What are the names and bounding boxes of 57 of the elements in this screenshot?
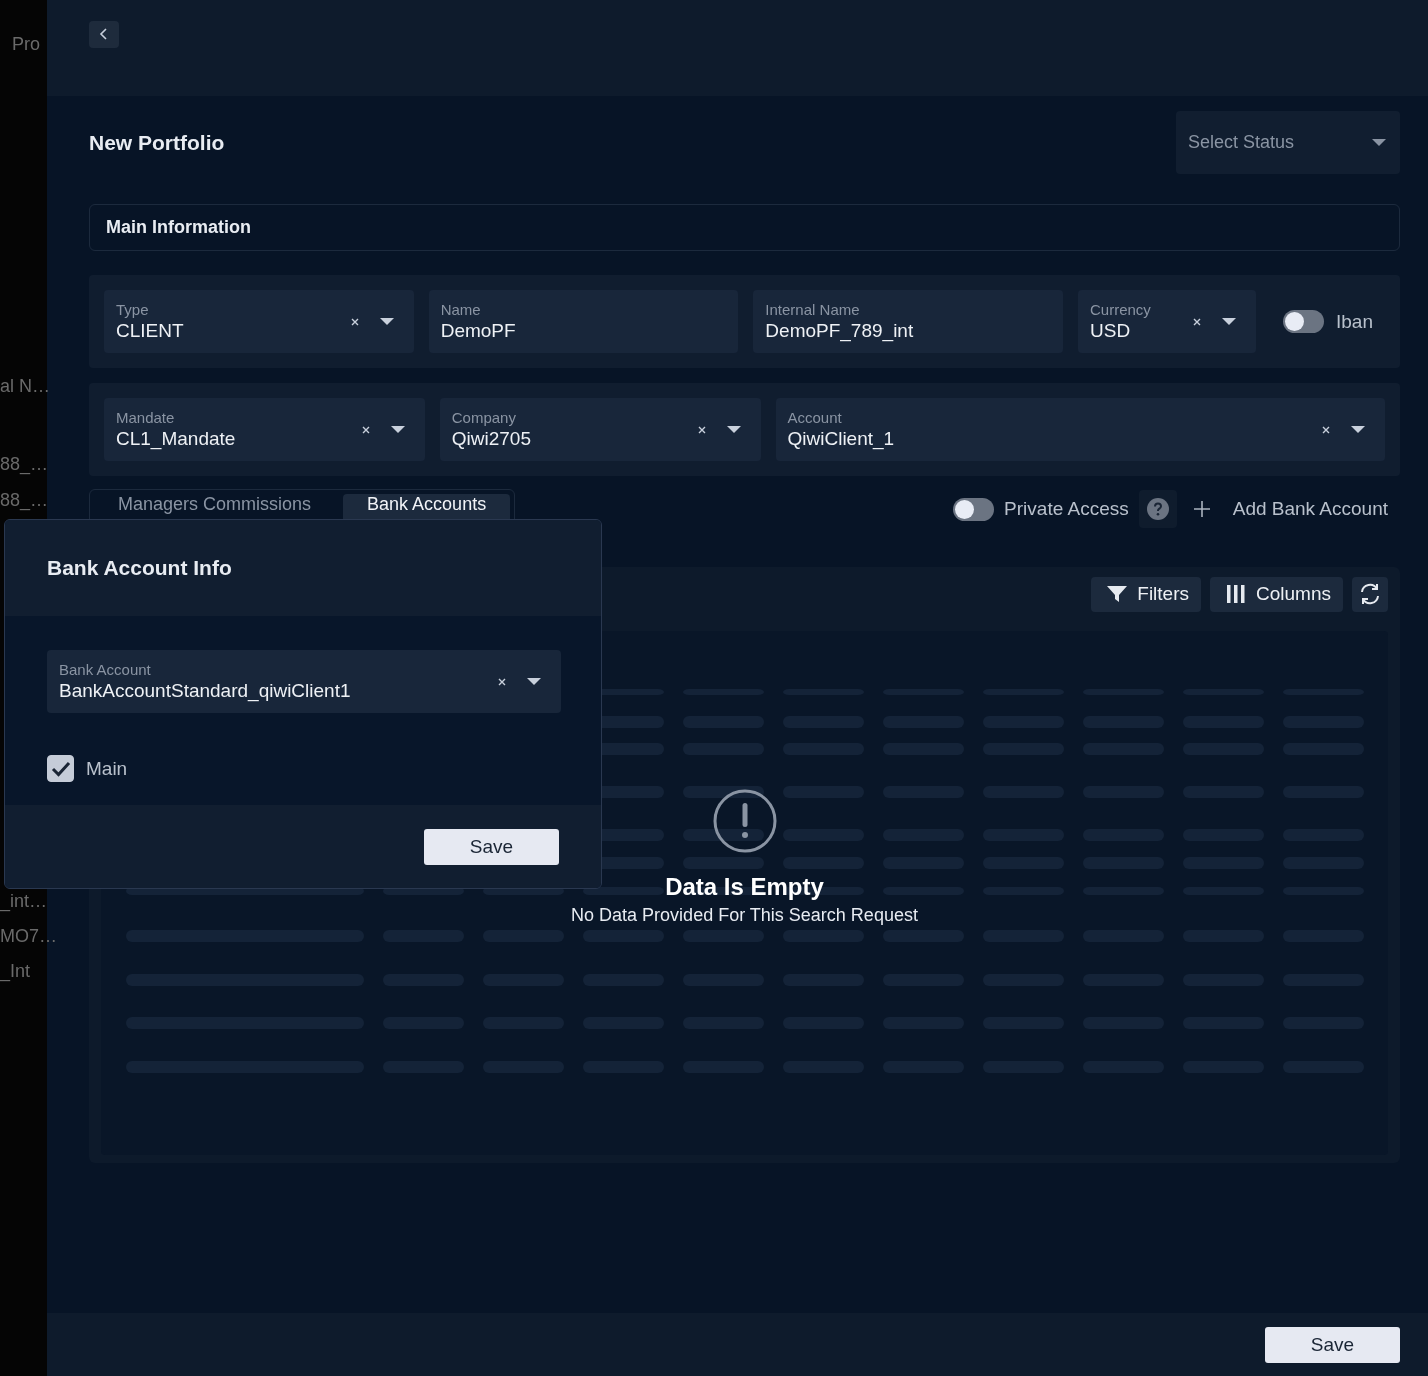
toggle-switch[interactable] [1283,310,1324,333]
add-bank-account-button[interactable]: Add Bank Account [1186,498,1400,520]
caret-icon[interactable] [1351,425,1365,434]
plus-icon [1192,500,1211,518]
caret-icon[interactable] [1222,317,1236,326]
toolbar-button[interactable]: Filters [1091,576,1201,612]
caret-icon[interactable] [379,317,394,326]
select-field[interactable]: Company Qiwi2705 [439,398,761,461]
caret-icon[interactable] [726,425,741,434]
page-title: New Portfolio [89,130,225,155]
help-button[interactable] [1138,490,1177,528]
background-text: al N… [0,376,50,397]
checkbox-label: Main [86,757,128,780]
background-text: MO7… [0,926,57,947]
toolbar-button[interactable] [1352,576,1388,612]
caret-icon[interactable] [527,677,541,686]
section-header: Main Information [89,204,1400,251]
check-icon [50,760,71,777]
toggle-label: Private Access [1004,498,1129,520]
help-icon [1146,498,1169,520]
refresh-icon [1359,583,1381,605]
input-field[interactable]: Name DemoPF [428,290,739,353]
clear-icon[interactable] [349,316,360,327]
save-button[interactable]: Save [1265,1326,1400,1363]
select-field[interactable]: Type CLIENT [104,290,414,353]
empty-message: No Data Provided For This Search Request [571,905,918,926]
background-text: _Int [0,961,31,982]
toggle-label: Iban [1336,310,1373,333]
select-field[interactable]: Currency USD [1078,290,1256,353]
clear-icon[interactable] [360,424,371,435]
select-field[interactable]: Bank Account BankAccountStandard_qiwiClient1 [47,650,561,713]
select-field[interactable]: Account QiwiClient_1 [775,398,1385,461]
toolbar-button[interactable]: Columns [1210,576,1343,612]
warning-icon [712,789,777,853]
background-text: 88_… [0,454,49,475]
toggle-switch[interactable] [953,497,995,521]
status-select[interactable]: Select Status [1176,111,1400,174]
clear-icon[interactable] [497,676,507,687]
clear-icon[interactable] [1321,424,1331,435]
save-button[interactable]: Save [424,828,559,865]
caret-icon [1372,138,1386,147]
back-button[interactable] [89,20,119,48]
background-text: Pro [12,34,40,55]
background-text: _int… [0,891,48,912]
clear-icon[interactable] [1192,316,1202,327]
caret-icon[interactable] [390,425,405,434]
tab[interactable]: Managers Commissions [94,494,336,534]
clear-icon[interactable] [696,424,707,435]
filter-icon [1107,586,1128,602]
background-text: 88_… [0,490,49,511]
modal-title: Bank Account Info [47,556,232,580]
chevron-left-icon [98,28,110,40]
input-field[interactable]: Internal Name DemoPF_789_int [753,290,1063,353]
select-field[interactable]: Mandate CL1_Mandate [104,398,425,461]
columns-icon [1226,585,1246,603]
empty-title: Data Is Empty [665,873,824,901]
checkbox[interactable] [47,755,74,782]
